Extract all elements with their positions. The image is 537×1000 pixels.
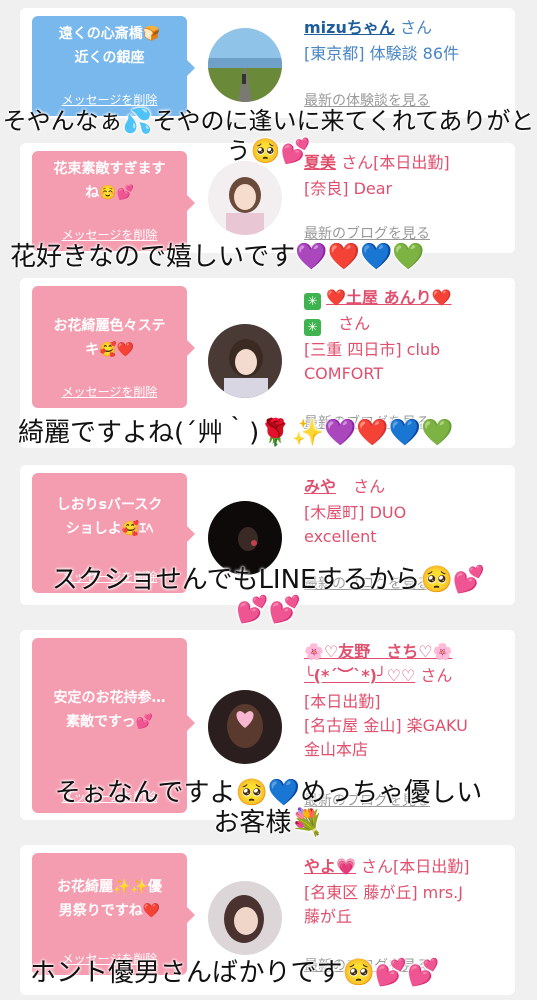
overlay-caption: 花好きなので嬉しいです💜❤️💙💚: [10, 242, 425, 272]
sparkle-icon: ✳: [304, 319, 321, 336]
delete-message-link[interactable]: メッセージを削除: [32, 380, 187, 404]
sender-name-link[interactable]: ❤️土屋 あんり❤️: [326, 288, 451, 307]
sparkle-icon: ✳: [304, 293, 321, 310]
avatar[interactable]: [208, 161, 282, 235]
sender-details: [名東区 藤が丘] mrs.J 藤が丘: [304, 883, 463, 926]
latest-blog-link[interactable]: 最新のブログを見る: [304, 223, 430, 243]
sent-message-bubble: お花綺麗✨✨優 男祭りですね❤️ メッセージを削除: [32, 853, 195, 975]
sender-details: [木屋町] DUO excellent: [304, 503, 407, 546]
honorific: さん: [399, 18, 432, 37]
overlay-caption: ホント優男さんばかりです🥺💕💕: [30, 958, 440, 988]
message-card: 遠くの心斎橋🍞 近くの銀座 メッセージを削除 mizuちゃん さん [東京都] …: [20, 8, 515, 118]
sent-message-bubble: 遠くの心斎橋🍞 近くの銀座 メッセージを削除: [32, 16, 195, 116]
honorific: さん: [420, 666, 453, 685]
honorific: さん: [353, 477, 386, 496]
avatar[interactable]: [208, 28, 282, 102]
sender-name-link[interactable]: やよ💗: [304, 857, 356, 876]
sent-message-bubble: お花綺麗色々ステ キ🥰❤️ メッセージを削除: [32, 286, 195, 408]
message-text: お花綺麗✨✨優 男祭りですね❤️: [57, 879, 162, 919]
message-text: 安定のお花持参… 素敵ですっ💕: [53, 690, 166, 730]
overlay-caption: スクショせんでもLINEするから🥺💕 💕💕: [51, 565, 486, 625]
sender-details: [東京都] 体験談 86件: [304, 44, 460, 63]
honorific: さん: [338, 314, 371, 333]
sender-info: ✳ ❤️土屋 あんり❤️ ✳ さん [三重 四日市] club COMFORT: [304, 286, 509, 386]
sender-details: [三重 四日市] club COMFORT: [304, 340, 441, 383]
message-text: 遠くの心斎橋🍞 近くの銀座: [58, 26, 161, 66]
overlay-caption: そぉなんですよ🥺💙めっちゃ優しい お客様💐: [54, 778, 483, 838]
sender-info: やよ💗 さん[本日出勤] [名東区 藤が丘] mrs.J 藤が丘: [304, 855, 509, 929]
sender-name-link[interactable]: みや: [304, 477, 336, 496]
sender-info: mizuちゃん さん [東京都] 体験談 86件: [304, 16, 509, 66]
sender-details: [本日出勤] [名古屋 金山] 楽GAKU 金山本店: [304, 692, 468, 759]
sender-name-link[interactable]: mizuちゃん: [304, 18, 395, 37]
honorific: さん[本日出勤]: [361, 857, 470, 876]
avatar[interactable]: [208, 881, 282, 955]
message-text: しおりsバースク ショしよ🥰ｴﾍ: [56, 497, 163, 537]
sender-details: [奈良] Dear: [304, 179, 393, 198]
avatar[interactable]: [208, 324, 282, 398]
sent-message-bubble: 花束素敵すぎます ね☺️💕 メッセージを削除: [32, 151, 195, 251]
message-text: お花綺麗色々ステ キ🥰❤️: [53, 318, 166, 358]
avatar[interactable]: [208, 690, 282, 764]
sender-info: みや さん [木屋町] DUO excellent: [304, 475, 509, 549]
sender-info: 🌸♡友野 さち♡🌸 ╰(*´︶`*)╯♡♡ さん [本日出勤] [名古屋 金山]…: [304, 640, 509, 762]
overlay-caption: そやんなぁ💦そやのに逢いに来てくれてありがと う🥺💕: [2, 107, 535, 165]
overlay-caption: 綺麗ですよね(´艸｀)🌹✨💜❤️💙💚: [18, 418, 454, 448]
avatar[interactable]: [208, 501, 282, 575]
